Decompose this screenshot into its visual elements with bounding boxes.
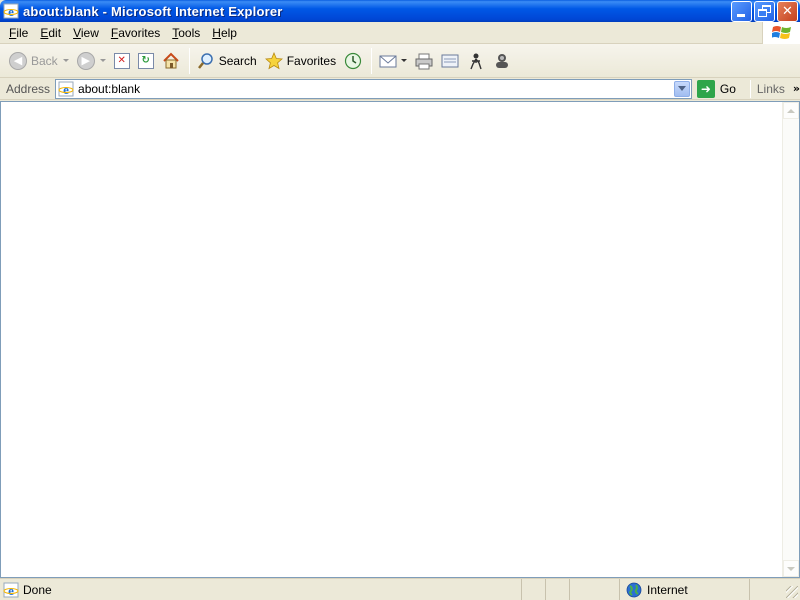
- svg-text:e: e: [8, 4, 14, 19]
- messenger-button[interactable]: [490, 47, 514, 75]
- restore-button[interactable]: [754, 1, 775, 22]
- stop-button[interactable]: ✕: [111, 47, 133, 75]
- history-icon: [344, 52, 362, 69]
- menu-view[interactable]: View: [68, 23, 104, 43]
- menu-help[interactable]: Help: [207, 23, 242, 43]
- printer-icon: [415, 53, 433, 69]
- address-input[interactable]: [78, 80, 679, 97]
- scroll-down-button[interactable]: [783, 560, 799, 577]
- resize-grip[interactable]: [786, 586, 798, 598]
- address-label: Address: [6, 81, 51, 96]
- home-icon: [162, 52, 179, 68]
- ie-icon: e: [3, 3, 19, 19]
- status-main: e Done: [0, 578, 522, 600]
- menu-file[interactable]: File: [4, 23, 33, 43]
- favorites-label: Favorites: [286, 53, 337, 68]
- search-button[interactable]: Search: [194, 47, 260, 75]
- forward-arrow-icon: ▶: [76, 51, 95, 70]
- globe-icon: [626, 582, 642, 597]
- security-zone[interactable]: Internet: [620, 578, 750, 600]
- page-done-icon: e: [3, 582, 19, 598]
- close-icon: ✕: [782, 4, 793, 19]
- window-title: about:blank - Microsoft Internet Explore…: [23, 3, 283, 19]
- status-text: Done: [23, 582, 52, 597]
- back-dropdown-icon[interactable]: [62, 59, 69, 62]
- close-button[interactable]: ✕: [777, 1, 798, 22]
- restore-icon-front: [758, 9, 767, 17]
- zone-text: Internet: [647, 582, 688, 597]
- status-cell: [546, 578, 570, 600]
- page-icon: e: [58, 81, 74, 97]
- stop-icon: ✕: [113, 52, 130, 69]
- svg-text:e: e: [63, 82, 69, 97]
- menu-tools[interactable]: Tools: [167, 23, 205, 43]
- edit-button[interactable]: [438, 47, 462, 75]
- minimize-icon: [737, 14, 745, 17]
- address-field[interactable]: e: [55, 78, 692, 99]
- status-cell: [570, 578, 620, 600]
- discuss-button[interactable]: [464, 47, 488, 75]
- mail-icon: [379, 55, 397, 67]
- chevron-right-icon[interactable]: »: [793, 82, 800, 95]
- windows-logo: [762, 22, 800, 44]
- svg-text:e: e: [8, 583, 14, 598]
- menu-favorites[interactable]: Favorites: [106, 23, 165, 43]
- menu-edit[interactable]: Edit: [35, 23, 66, 43]
- links-separator: [749, 79, 751, 98]
- standard-toolbar: ◀ Back ▶ ✕ ↻ Search Favorites: [0, 44, 800, 78]
- vertical-scrollbar[interactable]: [782, 102, 799, 577]
- mail-dropdown-icon[interactable]: [401, 59, 408, 62]
- toolbar-separator: [371, 47, 373, 74]
- forward-dropdown-icon[interactable]: [99, 59, 106, 62]
- messenger-icon: [496, 53, 509, 68]
- title-bar[interactable]: e about:blank - Microsoft Internet Explo…: [0, 0, 800, 22]
- star-icon: [264, 51, 283, 69]
- home-button[interactable]: [159, 47, 183, 75]
- mail-button[interactable]: [376, 47, 410, 75]
- links-label[interactable]: Links: [757, 82, 785, 96]
- arrow-up-icon: [787, 108, 795, 113]
- edit-page-icon: [441, 54, 459, 67]
- discuss-icon: [470, 53, 482, 69]
- arrow-down-icon: [787, 566, 795, 571]
- toolbar-separator: [188, 47, 190, 74]
- forward-button[interactable]: ▶: [74, 47, 109, 75]
- window-controls: ✕: [731, 1, 798, 22]
- menu-bar: File Edit View Favorites Tools Help: [0, 22, 800, 44]
- search-label: Search: [218, 53, 257, 68]
- address-dropdown-button[interactable]: [673, 80, 690, 97]
- favorites-button[interactable]: Favorites: [262, 47, 339, 75]
- scroll-up-button[interactable]: [783, 102, 799, 119]
- search-icon: [197, 52, 213, 69]
- chevron-down-icon: [677, 86, 686, 91]
- back-label: Back: [31, 53, 58, 68]
- back-button[interactable]: ◀ Back: [6, 47, 72, 75]
- go-button[interactable]: ➜ Go: [696, 79, 736, 98]
- status-cell: [522, 578, 546, 600]
- back-arrow-icon: ◀: [9, 51, 27, 70]
- go-arrow-icon: ➜: [696, 79, 715, 98]
- history-button[interactable]: [341, 47, 365, 75]
- windows-flag-icon: [771, 26, 791, 39]
- page-content[interactable]: [0, 101, 800, 578]
- refresh-icon: ↻: [137, 52, 154, 69]
- print-button[interactable]: [412, 47, 436, 75]
- refresh-button[interactable]: ↻: [135, 47, 157, 75]
- status-bar: e Done Internet: [0, 578, 800, 600]
- address-bar: Address e ➜ Go Links »: [0, 78, 800, 100]
- go-label: Go: [719, 81, 736, 96]
- minimize-button[interactable]: [731, 1, 752, 22]
